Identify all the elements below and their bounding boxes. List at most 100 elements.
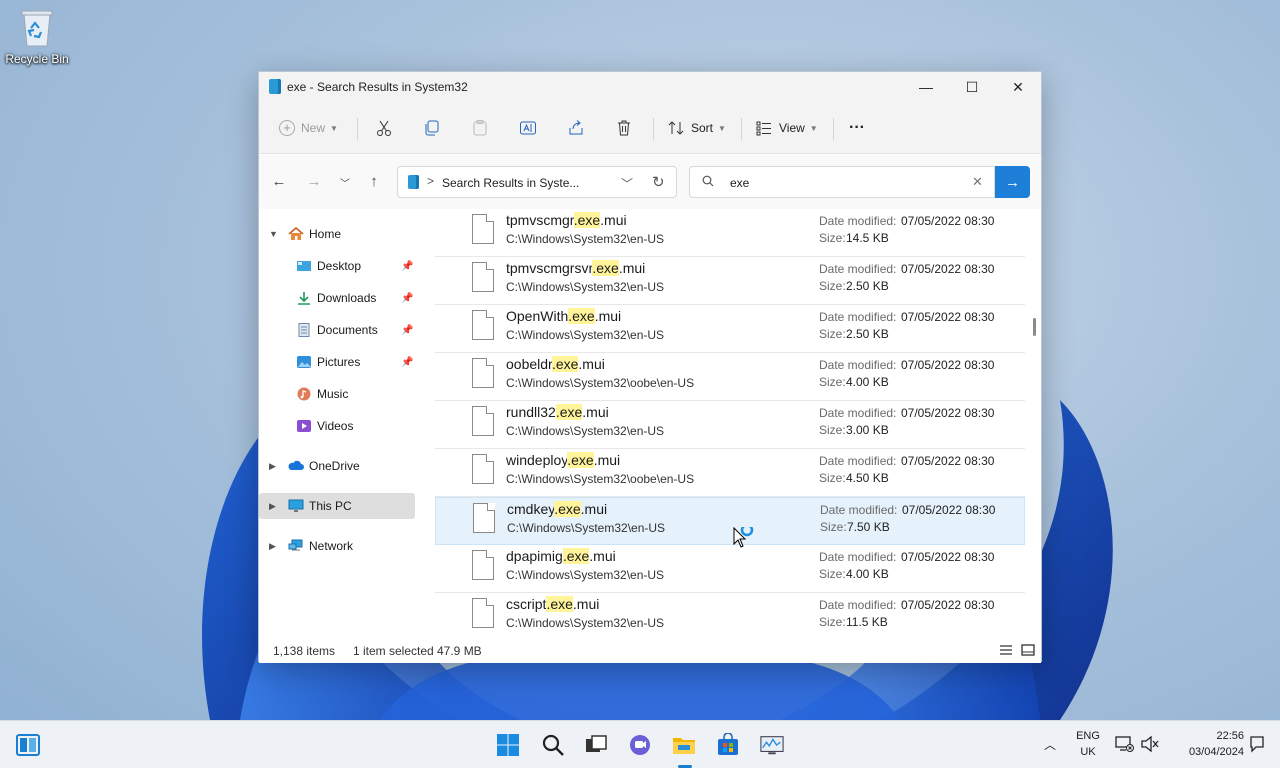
file-row[interactable]: windeploy.exe.mui C:\Windows\System32\oob… <box>435 449 1025 497</box>
sidebar-item-label: Pictures <box>317 355 361 369</box>
file-row[interactable]: dpapimig.exe.mui C:\Windows\System32\en-U… <box>435 545 1025 593</box>
sidebar-item-home[interactable]: ▼ Home <box>259 221 415 247</box>
language-bottom[interactable]: UK <box>1074 746 1102 758</box>
file-name-part: cmdkey <box>507 501 555 517</box>
show-hidden-icons-button[interactable]: ︿ <box>1044 736 1056 753</box>
file-path: C:\Windows\System32\oobe\en-US <box>506 376 695 390</box>
minimize-button[interactable]: — <box>903 72 949 102</box>
file-explorer-taskbar-button[interactable] <box>672 733 696 757</box>
toolbar-divider <box>741 118 742 140</box>
onedrive-icon <box>288 460 304 470</box>
size-label: Size: <box>820 520 847 534</box>
file-name: tpmvscmgrsvr.exe.mui <box>506 260 645 276</box>
address-dropdown-button[interactable]: ﹀ <box>621 175 633 192</box>
file-name-part: .mui <box>572 596 600 612</box>
clear-search-button[interactable]: ✕ <box>972 174 983 190</box>
new-label: New <box>301 121 326 135</box>
cut-button[interactable] <box>375 114 393 142</box>
performance-monitor-button[interactable] <box>760 733 784 757</box>
date-modified-label: Date modified: <box>819 550 897 564</box>
new-button[interactable]: + New ▼ <box>279 114 338 142</box>
network-status-button[interactable] <box>1114 734 1134 754</box>
view-button[interactable]: View ▼ <box>755 114 818 142</box>
file-row[interactable]: cmdkey.exe.mui C:\Windows\System32\en-US D… <box>435 497 1025 545</box>
share-button[interactable] <box>567 114 585 142</box>
task-view-button[interactable] <box>584 733 608 757</box>
tiles-view-icon[interactable] <box>1021 644 1035 656</box>
file-path: C:\Windows\System32\en-US <box>506 424 665 438</box>
close-button[interactable]: ✕ <box>995 72 1041 102</box>
delete-button[interactable] <box>615 114 633 142</box>
file-name-match: .exe <box>562 548 590 564</box>
file-icon <box>472 214 494 244</box>
scrollbar-thumb[interactable] <box>1033 318 1036 336</box>
file-row[interactable]: cscript.exe.mui C:\Windows\System32\en-US… <box>435 593 1025 639</box>
file-name-match: .exe <box>568 308 595 324</box>
chevron-down-icon: ▼ <box>269 229 278 239</box>
command-bar: + New ▼ Sort ▼ View ▼ ··· <box>259 102 1041 154</box>
start-button[interactable] <box>496 733 520 757</box>
file-row[interactable]: oobeldr.exe.mui C:\Windows\System32\oobe\… <box>435 353 1025 401</box>
rename-button[interactable] <box>519 114 537 142</box>
notifications-button[interactable] <box>1248 735 1266 753</box>
recent-locations-button[interactable]: ﹀ <box>333 175 357 195</box>
copy-button[interactable] <box>423 114 441 142</box>
date-modified-value: 07/05/2022 08:30 <box>901 310 995 324</box>
file-row[interactable]: tpmvscmgrsvr.exe.mui C:\Windows\System32\… <box>435 257 1025 305</box>
file-name-part: dpapimig <box>506 548 563 564</box>
sidebar-item-documents[interactable]: Documents 📌 <box>259 317 415 343</box>
search-box[interactable]: exe ✕ <box>689 166 995 198</box>
breadcrumb[interactable]: Search Results in Syste... <box>442 176 579 190</box>
sidebar-item-onedrive[interactable]: ▶ OneDrive <box>259 453 415 479</box>
sidebar-item-videos[interactable]: Videos <box>259 413 415 439</box>
search-taskbar-button[interactable] <box>541 733 565 757</box>
refresh-button[interactable]: ↻ <box>652 173 665 191</box>
store-button[interactable] <box>716 733 740 757</box>
back-button[interactable]: ← <box>267 173 291 193</box>
store-icon <box>718 733 738 755</box>
more-options-button[interactable]: ··· <box>849 114 865 142</box>
language-top[interactable]: ENG <box>1074 730 1102 742</box>
title-bar[interactable]: exe - Search Results in System32 — ☐ ✕ <box>259 72 1041 102</box>
clock-time[interactable]: 22:56 <box>1168 730 1244 742</box>
sidebar-item-music[interactable]: Music <box>259 381 415 407</box>
sidebar-item-this-pc[interactable]: ▶ This PC <box>259 493 415 519</box>
chevron-right-icon: ▶ <box>269 540 276 551</box>
chevron-right-icon: ▶ <box>269 500 276 511</box>
volume-button[interactable] <box>1140 734 1160 754</box>
forward-button[interactable]: → <box>302 173 326 193</box>
file-icon <box>472 598 494 628</box>
network-icon <box>288 539 303 551</box>
file-name-part: .mui <box>618 260 646 276</box>
taskbar: ︿ ENG UK 22:56 03/04/2024 <box>0 720 1280 768</box>
share-icon <box>569 120 583 135</box>
sort-label: Sort <box>691 121 714 135</box>
clock-date[interactable]: 03/04/2024 <box>1168 746 1244 758</box>
sidebar-item-downloads[interactable]: Downloads 📌 <box>259 285 415 311</box>
date-modified-value: 07/05/2022 08:30 <box>902 503 996 517</box>
maximize-button[interactable]: ☐ <box>949 72 995 102</box>
paste-button[interactable] <box>471 114 489 142</box>
widgets-button[interactable] <box>16 733 40 757</box>
file-name-part: tpmvscmgrsvr <box>506 260 593 276</box>
file-row[interactable]: tpmvscmgr.exe.mui C:\Windows\System32\en-… <box>435 209 1025 257</box>
file-row[interactable]: OpenWith.exe.mui C:\Windows\System32\en-U… <box>435 305 1025 353</box>
item-count: 1,138 items <box>273 644 336 658</box>
recycle-bin[interactable]: Recycle Bin <box>4 8 70 66</box>
details-view-icon[interactable] <box>999 644 1013 656</box>
sidebar-item-network[interactable]: ▶ Network <box>259 533 415 559</box>
file-row[interactable]: rundll32.exe.mui C:\Windows\System32\en-U… <box>435 401 1025 449</box>
sidebar-item-desktop[interactable]: Desktop 📌 <box>259 253 415 279</box>
chat-button[interactable] <box>628 733 652 757</box>
sort-button[interactable]: Sort ▼ <box>667 114 726 142</box>
sidebar-item-label: Desktop <box>317 259 362 273</box>
sidebar-item-pictures[interactable]: Pictures 📌 <box>259 349 415 375</box>
address-bar[interactable]: > Search Results in Syste... ﹀ ↻ <box>397 166 677 198</box>
search-input[interactable]: exe <box>730 176 749 190</box>
trash-icon <box>618 120 630 136</box>
up-button[interactable]: ↑ <box>362 173 386 193</box>
search-go-button[interactable]: → <box>995 166 1030 198</box>
scissors-icon <box>377 120 391 136</box>
desktop-icon <box>297 261 311 271</box>
file-icon <box>472 406 494 436</box>
